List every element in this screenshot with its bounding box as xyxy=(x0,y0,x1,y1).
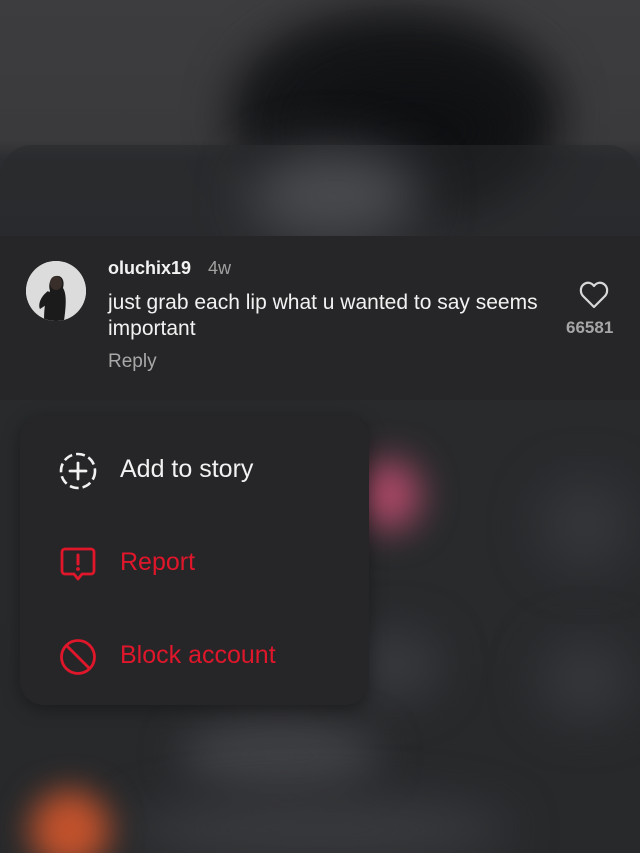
report-icon xyxy=(58,544,98,584)
background-blur xyxy=(540,640,630,720)
menu-item-add-to-story[interactable]: Add to story xyxy=(20,435,369,505)
menu-item-block-account[interactable]: Block account xyxy=(20,621,369,691)
menu-item-label: Add to story xyxy=(120,455,254,483)
comment-context-menu: Add to story Report Block account xyxy=(20,415,369,705)
menu-item-label: Block account xyxy=(120,641,276,669)
avatar[interactable] xyxy=(26,261,86,321)
background-blur xyxy=(540,480,630,570)
profile-photo-icon xyxy=(26,261,86,321)
comment-username[interactable]: oluchix19 xyxy=(108,258,191,279)
like-count: 66581 xyxy=(566,318,614,337)
menu-item-report[interactable]: Report xyxy=(20,528,369,598)
screen: oluchix19 4w just grab each lip what u w… xyxy=(0,0,640,853)
heart-icon[interactable] xyxy=(579,281,609,309)
background-blur xyxy=(130,800,510,853)
comment-timestamp: 4w xyxy=(208,258,232,278)
add-to-story-icon xyxy=(58,451,98,491)
menu-item-label: Report xyxy=(120,548,196,576)
background-blur xyxy=(180,720,380,790)
comment-text: just grab each lip what u wanted to say … xyxy=(108,291,538,340)
reply-button[interactable]: Reply xyxy=(108,351,157,373)
block-icon xyxy=(58,637,98,677)
background-blur xyxy=(250,150,420,240)
background-blur xyxy=(360,460,420,530)
